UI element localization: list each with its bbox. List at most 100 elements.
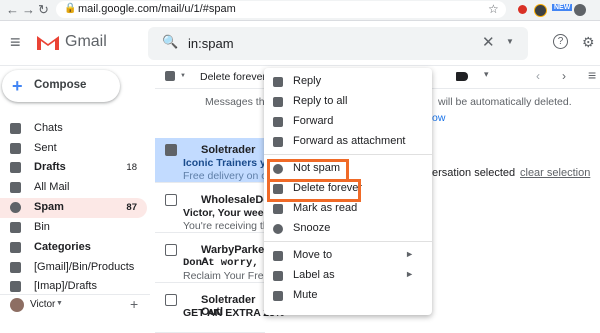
back-icon[interactable]: ← xyxy=(6,2,19,17)
row-checkbox[interactable] xyxy=(165,294,177,306)
compose-label: Compose xyxy=(34,79,87,91)
menu-item-reply-all[interactable]: Reply to all xyxy=(264,92,432,112)
selection-status: ersation selected xyxy=(432,167,516,179)
search-options-icon[interactable]: ▼ xyxy=(506,37,514,46)
delete-forever-toolbar-button[interactable]: Delete forever xyxy=(200,71,266,83)
forward-icon[interactable]: → xyxy=(22,2,35,17)
gmail-logo-icon xyxy=(37,36,59,50)
sidebar-item-all-mail[interactable]: All Mail xyxy=(0,178,147,198)
menu-divider xyxy=(264,241,432,242)
sidebar-item-label: All Mail xyxy=(34,181,70,193)
menu-item-label: Forward as attachment xyxy=(293,135,406,147)
mail-icon xyxy=(10,182,21,193)
label-icon xyxy=(273,271,283,281)
sidebar-item-sent[interactable]: Sent xyxy=(0,139,147,159)
reply-icon xyxy=(273,77,283,87)
chevron-down-icon[interactable]: ▼ xyxy=(180,73,186,79)
sidebar-item-label: Spam xyxy=(34,201,64,213)
menu-item-snooze[interactable]: Snooze xyxy=(264,219,432,239)
add-chat-icon[interactable]: + xyxy=(130,296,138,312)
sidebar-item-count: 87 xyxy=(126,202,137,213)
user-name[interactable]: Victor xyxy=(30,299,55,310)
clear-selection-link[interactable]: clear selection xyxy=(520,167,590,179)
menu-item-label: Reply to all xyxy=(293,95,348,107)
email-snippet: You're receiving this xyxy=(183,220,277,232)
mark-read-icon xyxy=(273,204,283,214)
delete-all-spam-link[interactable]: ow xyxy=(432,112,445,124)
label-icon xyxy=(10,281,21,292)
row-checkbox[interactable] xyxy=(165,144,177,156)
search-input[interactable]: in:spam xyxy=(188,36,234,51)
avatar[interactable] xyxy=(574,4,586,16)
reply-all-icon xyxy=(273,97,283,107)
new-badge: NEW xyxy=(552,4,573,11)
email-row[interactable]: WholesaleDeals Victor, Your weekly You'r… xyxy=(155,188,285,233)
label-icon[interactable] xyxy=(456,72,468,81)
menu-item-label: Label as xyxy=(293,269,335,281)
email-row[interactable]: Soletrader Outl GET AN EXTRA 25% xyxy=(155,288,284,333)
search-icon[interactable]: 🔍 xyxy=(162,34,178,50)
sidebar-item-label: Categories xyxy=(34,241,91,253)
extension-icon[interactable] xyxy=(518,5,527,14)
plus-icon: + xyxy=(12,76,23,96)
select-all-checkbox[interactable] xyxy=(165,71,175,81)
label-icon xyxy=(10,262,21,273)
submenu-arrow-icon: ► xyxy=(405,269,414,279)
sidebar-item-label: [Gmail]/Bin/Products xyxy=(34,261,135,273)
more-icon[interactable]: ▾ xyxy=(484,69,489,80)
sidebar-item-spam[interactable]: Spam 87 xyxy=(0,198,147,218)
sidebar-item-label: [Imap]/Drafts xyxy=(34,280,97,292)
menu-item-label-as[interactable]: Label as ► xyxy=(264,266,432,286)
sidebar-item-categories[interactable]: Categories xyxy=(0,238,147,258)
chat-icon xyxy=(10,123,21,134)
lock-icon: 🔒 xyxy=(64,3,77,14)
row-checkbox[interactable] xyxy=(165,244,177,256)
email-row[interactable]: Soletrader Iconic Trainers you Free deli… xyxy=(155,138,279,183)
email-row[interactable]: WarbyParker A Don't worry, we've Reclaim… xyxy=(155,238,296,283)
highlight-box xyxy=(267,179,361,202)
menu-item-mark-read[interactable]: Mark as read xyxy=(264,199,432,219)
row-checkbox[interactable] xyxy=(165,194,177,206)
compose-button[interactable]: + Compose xyxy=(2,70,120,102)
menu-item-label: Mute xyxy=(293,289,318,301)
sidebar-item-label: Drafts xyxy=(34,161,66,173)
email-sender: Soletrader xyxy=(201,144,256,156)
menu-item-mute[interactable]: Mute xyxy=(264,286,432,306)
draft-icon xyxy=(10,162,21,173)
menu-item-label: Mark as read xyxy=(293,202,358,214)
sidebar-item-label: Sent xyxy=(34,142,57,154)
chevron-down-icon[interactable]: ▼ xyxy=(56,300,63,307)
sidebar-item-bin[interactable]: Bin xyxy=(0,218,147,238)
next-page-icon[interactable]: › xyxy=(562,69,566,83)
browser-bar: ← → ↻ 🔒 mail.google.com/mail/u/1/#spam ☆… xyxy=(0,0,600,21)
reload-icon[interactable]: ↻ xyxy=(38,2,49,18)
menu-item-reply[interactable]: Reply xyxy=(264,72,432,92)
menu-item-move-to[interactable]: Move to ► xyxy=(264,246,432,266)
menu-icon[interactable]: ≡ xyxy=(10,32,21,53)
sidebar-item-drafts[interactable]: Drafts 18 xyxy=(0,158,147,178)
prev-page-icon[interactable]: ‹ xyxy=(536,69,540,83)
trash-icon xyxy=(10,222,21,233)
url-text: mail.google.com/mail/u/1/#spam xyxy=(78,3,236,15)
sidebar-item-gmail-bin-products[interactable]: [Gmail]/Bin/Products xyxy=(0,258,147,278)
extension-icon[interactable] xyxy=(534,4,547,17)
star-icon[interactable]: ☆ xyxy=(488,2,499,16)
email-snippet: Free delivery on ord xyxy=(183,170,277,182)
menu-divider xyxy=(264,154,432,155)
menu-item-forward[interactable]: Forward xyxy=(264,112,432,132)
help-icon[interactable]: ? xyxy=(553,34,568,49)
sidebar-item-chats[interactable]: Chats xyxy=(0,119,147,139)
user-avatar[interactable] xyxy=(10,298,24,312)
clock-icon xyxy=(273,224,283,234)
gmail-logo-text: Gmail xyxy=(65,33,107,50)
mute-icon xyxy=(273,291,283,301)
density-icon[interactable]: ≡ xyxy=(588,67,596,83)
sidebar-item-label: Bin xyxy=(34,221,50,233)
spam-notice-text: will be automatically deleted. xyxy=(438,96,572,108)
menu-item-label: Snooze xyxy=(293,222,331,234)
menu-item-forward-attachment[interactable]: Forward as attachment xyxy=(264,132,432,152)
sidebar-item-count: 18 xyxy=(126,162,137,173)
menu-item-label: Forward xyxy=(293,115,334,127)
settings-icon[interactable]: ⚙ xyxy=(582,34,595,51)
clear-search-icon[interactable]: ✕ xyxy=(482,33,495,51)
